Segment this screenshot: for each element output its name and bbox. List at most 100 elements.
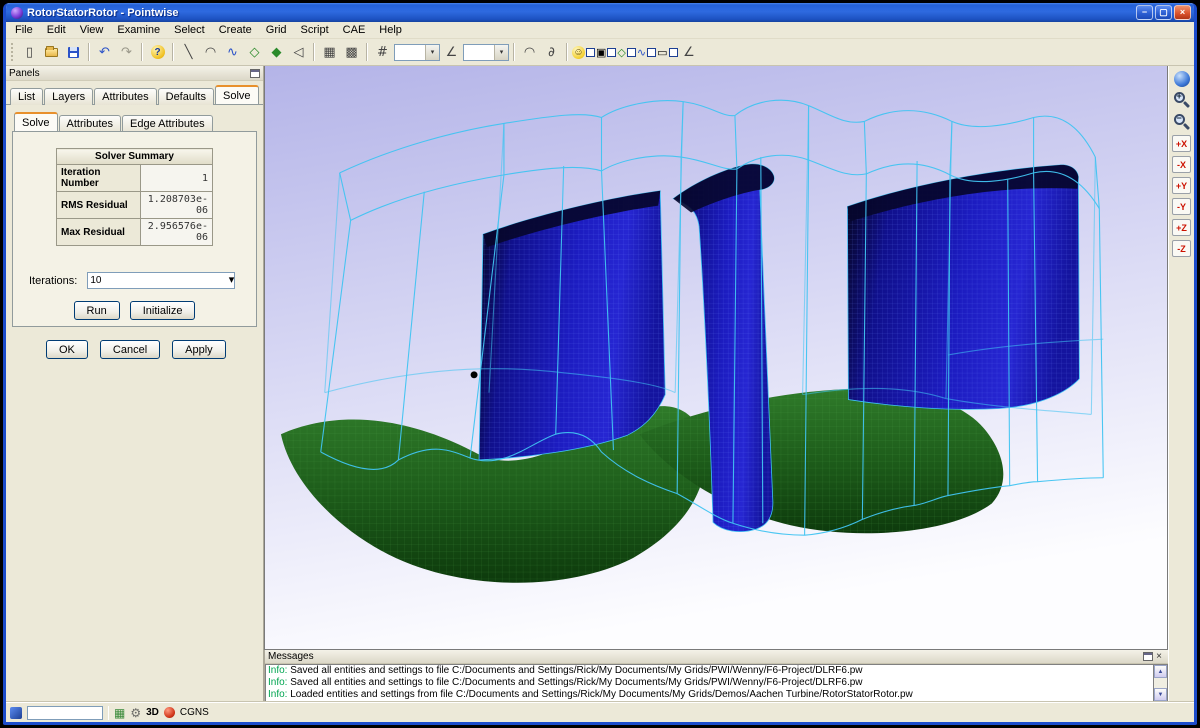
menu-help[interactable]: Help — [372, 23, 409, 37]
subtab-solve[interactable]: Solve — [14, 112, 58, 131]
extrude-tool-button[interactable]: ◁ — [288, 42, 309, 63]
view-minus-z-button[interactable]: -Z — [1172, 240, 1191, 257]
menu-view[interactable]: View — [73, 23, 111, 37]
arc-tool-button[interactable]: ◠ — [200, 42, 221, 63]
row-value: 2.956576e-06 — [141, 219, 213, 246]
unstructured-grid-button[interactable]: ▩ — [341, 42, 362, 63]
undo-button[interactable]: ↶ — [94, 42, 115, 63]
menu-edit[interactable]: Edit — [40, 23, 73, 37]
close-button[interactable]: × — [1174, 5, 1191, 20]
angle-combo-dropdown-icon[interactable]: ▾ — [494, 45, 508, 60]
dimension-mode-badge[interactable]: 3D — [146, 707, 159, 718]
angle-combo[interactable]: ▾ — [463, 44, 509, 61]
menu-select[interactable]: Select — [167, 23, 212, 37]
table-row: Iteration Number 1 — [57, 165, 213, 192]
grid-point[interactable] — [471, 371, 478, 378]
iterations-input[interactable] — [88, 273, 228, 288]
model-visibility-toggle[interactable]: ▭ — [657, 46, 677, 59]
connector-visibility-toggle[interactable]: ∿ — [637, 46, 656, 59]
apply-button[interactable]: Apply — [172, 340, 226, 359]
domain-tool-button[interactable]: ◇ — [244, 42, 265, 63]
tab-solve[interactable]: Solve — [215, 85, 259, 104]
viewport-3d[interactable] — [264, 66, 1168, 650]
run-button[interactable]: Run — [74, 301, 120, 320]
redo-button[interactable]: ↷ — [116, 42, 137, 63]
view-plus-z-button[interactable]: +Z — [1172, 219, 1191, 236]
tangency-button[interactable]: ◠ — [519, 42, 540, 63]
database-visibility-toggle[interactable]: ☺ — [572, 46, 595, 59]
help-button[interactable]: ? — [147, 42, 168, 63]
toolbar-grip[interactable] — [11, 43, 15, 61]
redo-icon: ↷ — [121, 45, 132, 60]
domain-mask-icon: ◇ — [617, 46, 625, 59]
scroll-down-icon[interactable]: ▼ — [1154, 688, 1167, 701]
diamond-solid-icon: ◆ — [272, 45, 282, 60]
spline-tool-button[interactable]: ∿ — [222, 42, 243, 63]
new-file-button[interactable]: ▯ — [19, 42, 40, 63]
domain-solid-tool-button[interactable]: ◆ — [266, 42, 287, 63]
tab-defaults[interactable]: Defaults — [158, 88, 214, 105]
table-row: RMS Residual 1.208703e-06 — [57, 192, 213, 219]
line-tool-button[interactable]: ╲ — [178, 42, 199, 63]
menu-cae[interactable]: CAE — [336, 23, 373, 37]
scroll-up-icon[interactable]: ▲ — [1154, 665, 1167, 678]
menu-script[interactable]: Script — [294, 23, 336, 37]
view-plus-y-button[interactable]: +Y — [1172, 177, 1191, 194]
status-command-input[interactable] — [27, 706, 103, 720]
block-checkbox[interactable] — [607, 48, 616, 57]
connector-checkbox[interactable] — [647, 48, 656, 57]
menu-create[interactable]: Create — [212, 23, 259, 37]
zoom-in-button[interactable]: + — [1173, 91, 1191, 109]
minimize-button[interactable]: − — [1136, 5, 1153, 20]
ok-button[interactable]: OK — [46, 340, 88, 359]
save-button[interactable] — [63, 42, 84, 63]
model-mask-icon: ▭ — [657, 46, 667, 59]
messages-close-icon[interactable]: × — [1153, 651, 1165, 662]
iterations-combo[interactable]: ▾ — [87, 272, 235, 289]
tab-list[interactable]: List — [10, 88, 43, 105]
structured-grid-button[interactable]: ▦ — [319, 42, 340, 63]
open-file-button[interactable] — [41, 42, 62, 63]
tangent-arc-icon: ◠ — [524, 45, 535, 60]
maximize-button[interactable]: ▢ — [1155, 5, 1172, 20]
domain-checkbox[interactable] — [627, 48, 636, 57]
iterations-dropdown-icon[interactable]: ▾ — [229, 273, 235, 288]
view-minus-x-button[interactable]: -X — [1172, 156, 1191, 173]
tab-layers[interactable]: Layers — [44, 88, 93, 105]
subtab-attributes[interactable]: Attributes — [59, 115, 121, 132]
viewport-3d-scene[interactable] — [265, 66, 1167, 649]
block-visibility-toggle[interactable]: ▣ — [596, 46, 616, 59]
database-checkbox[interactable] — [586, 48, 595, 57]
main-toolbar: ▯ ↶ ↷ ? ╲ ◠ ∿ ◇ ◆ ◁ ▦ ▩ # ▾ ∠ ▾ ◠ ∂ ☺ — [6, 39, 1194, 66]
dimension-combo[interactable]: ▾ — [394, 44, 440, 61]
zoom-out-button[interactable]: − — [1173, 113, 1191, 131]
rotor-blade-right[interactable] — [847, 165, 1079, 409]
menu-grid[interactable]: Grid — [259, 23, 294, 37]
menu-examine[interactable]: Examine — [110, 23, 167, 37]
menu-file[interactable]: File — [8, 23, 40, 37]
view-minus-y-button[interactable]: -Y — [1172, 198, 1191, 215]
angle-measure-button[interactable]: ∠ — [679, 42, 700, 63]
messages-float-icon[interactable] — [1143, 652, 1153, 661]
messages-scrollbar[interactable]: ▲ ▼ — [1153, 664, 1168, 702]
subtab-edge-attributes[interactable]: Edge Attributes — [122, 115, 213, 132]
rotor-blade-left[interactable] — [479, 191, 665, 460]
dimension-combo-dropdown-icon[interactable]: ▾ — [425, 45, 439, 60]
float-panel-icon[interactable] — [250, 69, 260, 78]
domain-visibility-toggle[interactable]: ◇ — [617, 46, 635, 59]
initialize-button[interactable]: Initialize — [130, 301, 196, 320]
solve-subtab-bar: Solve Attributes Edge Attributes — [6, 105, 263, 131]
cae-solver-name: CGNS — [180, 707, 209, 718]
derivative-button[interactable]: ∂ — [541, 42, 562, 63]
arc-icon: ◠ — [205, 45, 216, 60]
messages-panel: Messages × Info: Saved all entities and … — [264, 650, 1168, 702]
tab-attributes[interactable]: Attributes — [94, 88, 156, 105]
title-bar[interactable]: RotorStatorRotor - Pointwise − ▢ × — [6, 3, 1194, 22]
tool-status-icon: ⚙ — [130, 706, 141, 720]
view-plus-x-button[interactable]: +X — [1172, 135, 1191, 152]
cancel-button[interactable]: Cancel — [100, 340, 160, 359]
panels-dock: Panels List Layers Attributes Defaults S… — [6, 66, 264, 702]
save-floppy-icon — [68, 47, 79, 58]
reset-view-globe-icon[interactable] — [1174, 71, 1190, 87]
model-checkbox[interactable] — [669, 48, 678, 57]
